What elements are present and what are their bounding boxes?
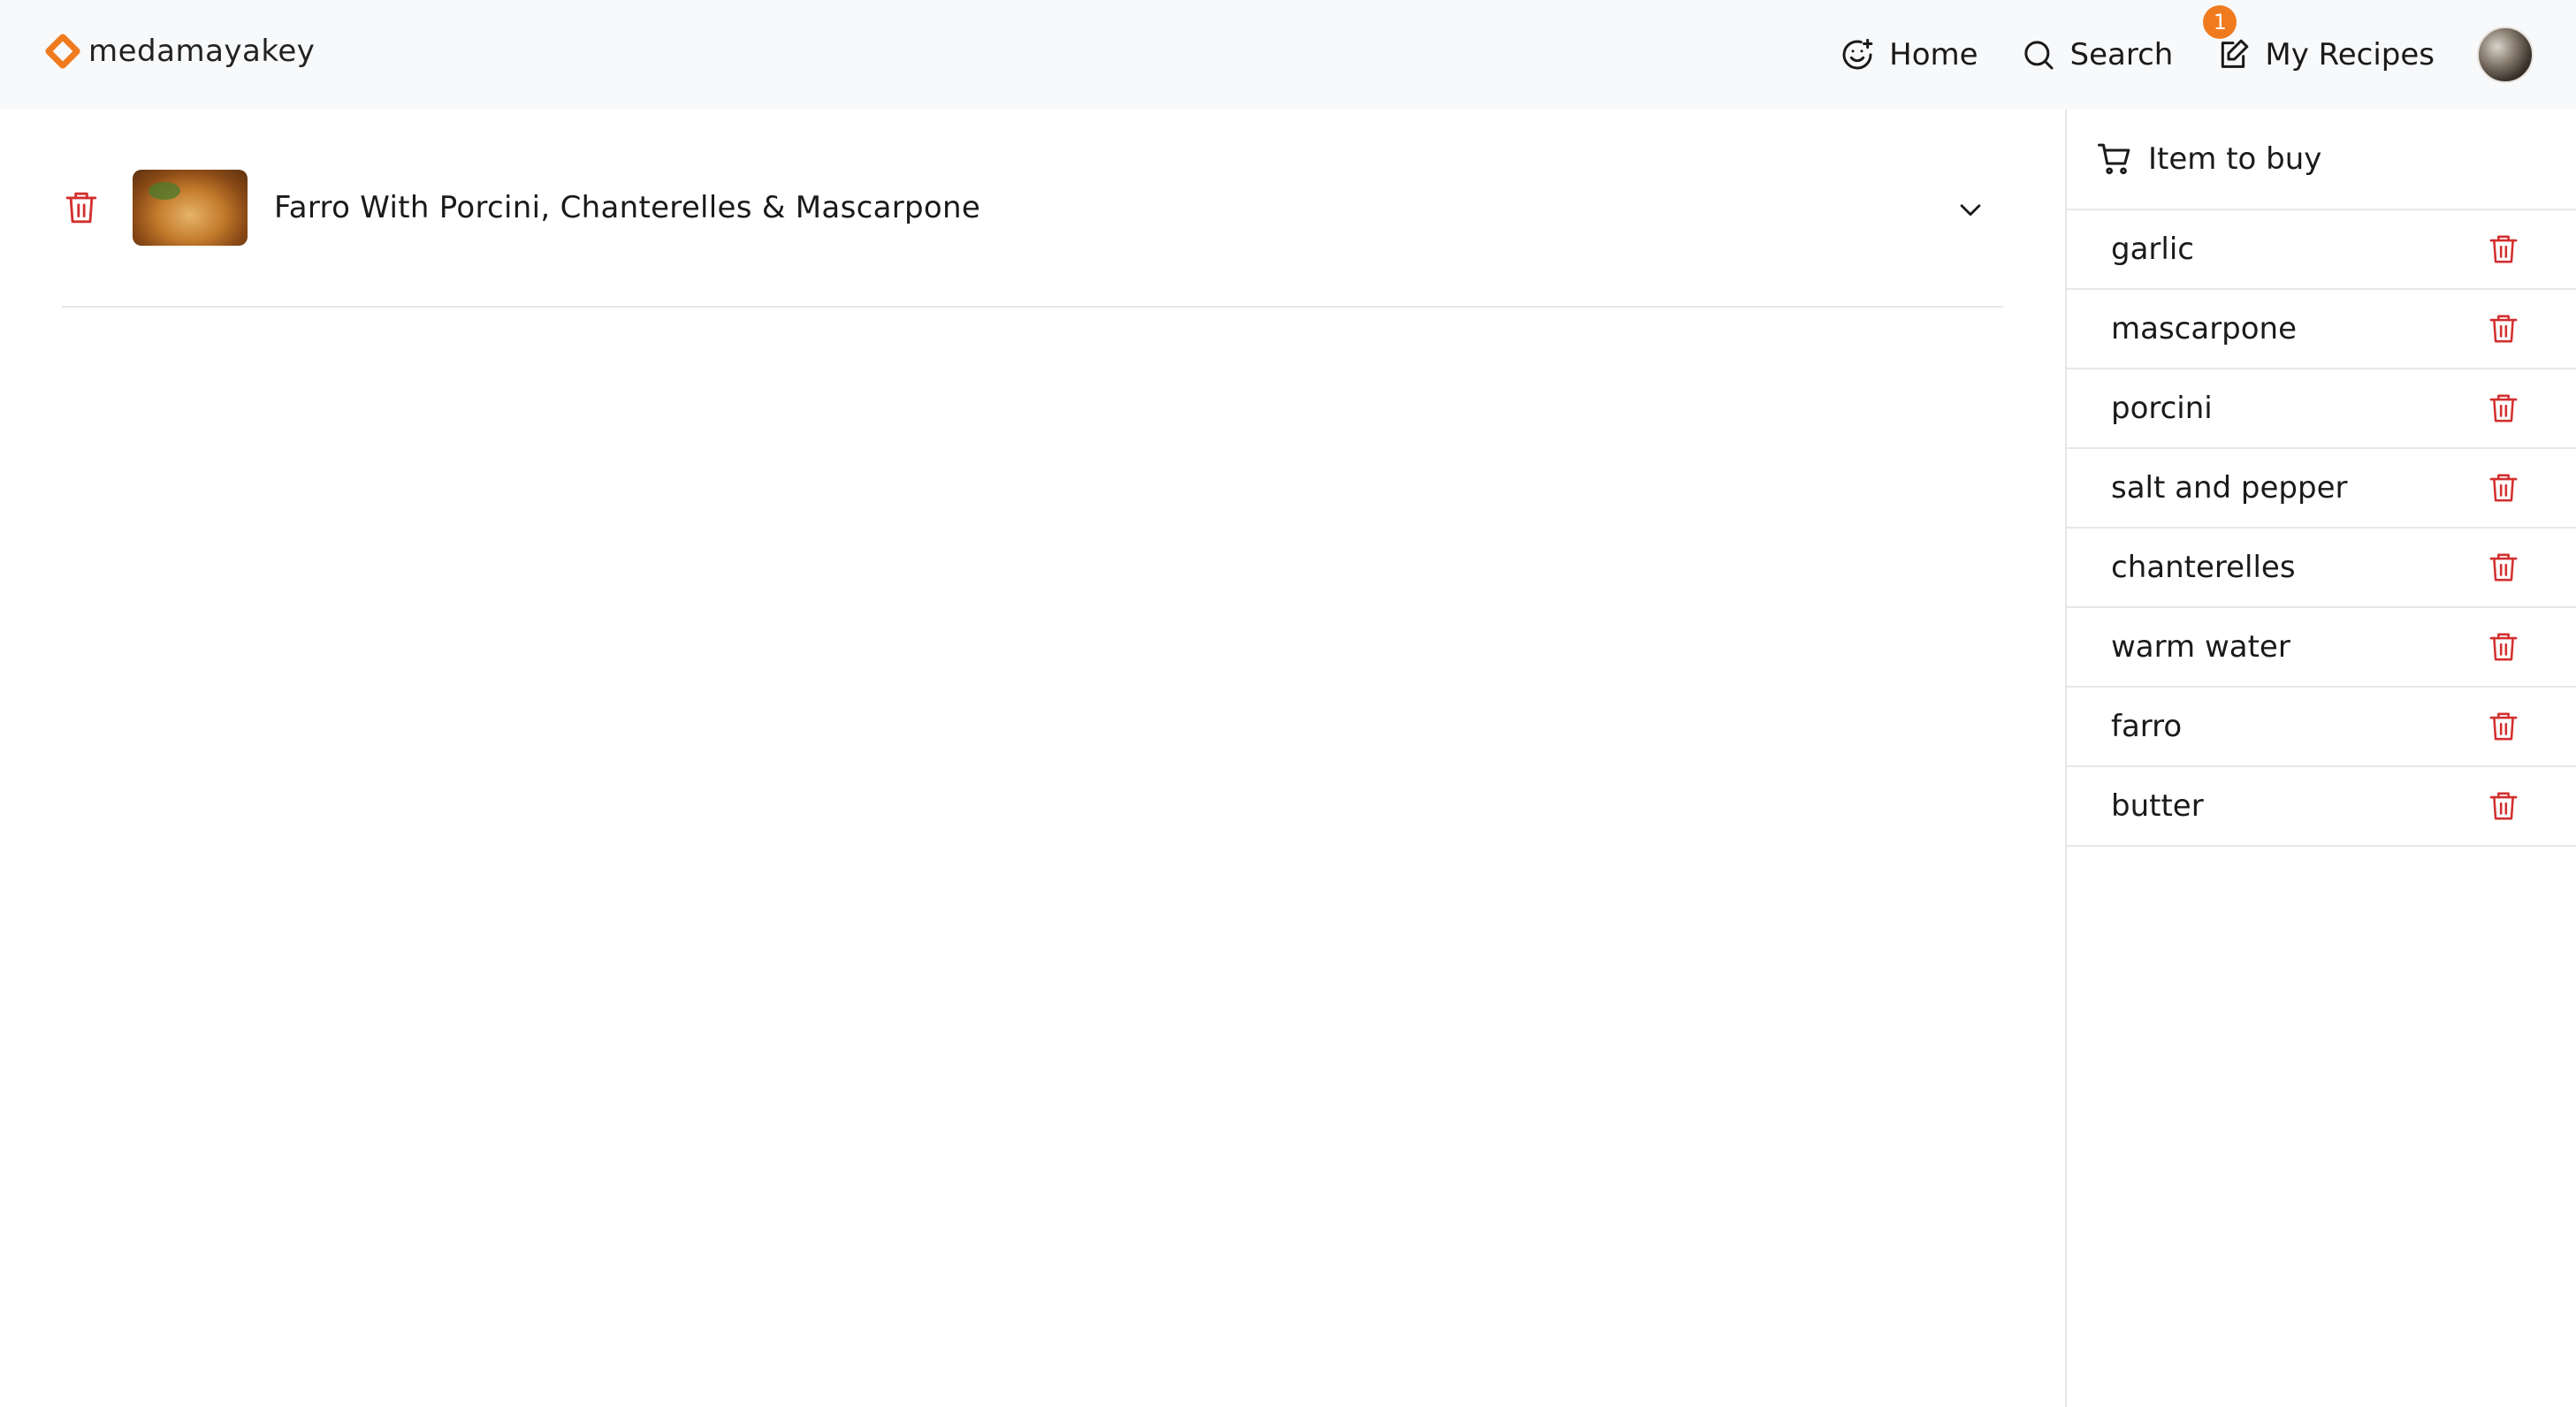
shopping-item-name: butter — [2111, 788, 2204, 824]
shopping-item-name: warm water — [2111, 629, 2290, 665]
recipe-title[interactable]: Farro With Porcini, Chanterelles & Masca… — [274, 190, 980, 225]
nav-home-label: Home — [1889, 37, 1978, 72]
shopping-item-name: salt and pepper — [2111, 470, 2348, 506]
delete-item-button[interactable] — [2484, 389, 2523, 428]
user-avatar[interactable] — [2477, 27, 2534, 83]
shopping-item-name: mascarpone — [2111, 311, 2298, 346]
shopping-item: garlic — [2067, 210, 2576, 290]
shopping-item: salt and pepper — [2067, 449, 2576, 529]
delete-item-button[interactable] — [2484, 787, 2523, 825]
shopping-item: porcini — [2067, 369, 2576, 449]
shopping-list-header: Item to buy — [2067, 110, 2576, 210]
recipe-thumbnail[interactable] — [133, 170, 248, 246]
trash-icon — [2489, 553, 2518, 582]
edit-note-icon — [2222, 39, 2249, 68]
brand-name: medamayakey — [88, 34, 316, 69]
trash-icon — [2489, 235, 2518, 263]
shopping-item-name: garlic — [2111, 232, 2194, 267]
chevron-down-icon[interactable] — [1955, 194, 1985, 224]
shopping-item: chanterelles — [2067, 529, 2576, 608]
trash-icon — [2489, 712, 2518, 741]
top-navbar: medamayakey Home Search 1 My Recipes — [0, 0, 2576, 110]
shopping-item-name: farro — [2111, 709, 2183, 744]
delete-item-button[interactable] — [2484, 309, 2523, 348]
search-icon — [2023, 41, 2054, 70]
delete-item-button[interactable] — [2484, 468, 2523, 507]
logo-diamond-icon — [43, 32, 82, 71]
shopping-item-name: porcini — [2111, 391, 2213, 426]
recipe-row[interactable]: Farro With Porcini, Chanterelles & Masca… — [62, 110, 2003, 308]
trash-icon — [2489, 394, 2518, 422]
trash-icon — [65, 192, 97, 224]
delete-item-button[interactable] — [2484, 230, 2523, 269]
shopping-list-title: Item to buy — [2148, 141, 2322, 177]
shopping-item: warm water — [2067, 608, 2576, 688]
trash-icon — [2489, 792, 2518, 820]
nav-search-label: Search — [2069, 37, 2174, 72]
trash-icon — [2489, 633, 2518, 661]
brand-logo[interactable]: medamayakey — [43, 32, 316, 71]
delete-item-button[interactable] — [2484, 627, 2523, 666]
my-recipes-count-badge: 1 — [2203, 5, 2237, 39]
shopping-item: mascarpone — [2067, 290, 2576, 369]
shopping-item: butter — [2067, 767, 2576, 847]
delete-recipe-button[interactable] — [62, 188, 101, 227]
nav-my-recipes[interactable]: 1 My Recipes — [2203, 5, 2435, 72]
shopping-item-name: chanterelles — [2111, 550, 2296, 585]
cart-icon — [2098, 143, 2130, 175]
main-nav: Home Search 1 My Recipes — [1797, 0, 2534, 110]
nav-my-recipes-label: My Recipes — [2265, 37, 2435, 72]
nav-search[interactable]: Search — [2021, 37, 2174, 72]
delete-item-button[interactable] — [2484, 707, 2523, 746]
recipe-list: Farro With Porcini, Chanterelles & Masca… — [62, 110, 2003, 308]
smile-plus-icon — [1842, 38, 1873, 70]
trash-icon — [2489, 474, 2518, 502]
nav-home[interactable]: Home — [1840, 37, 1978, 72]
shopping-item: farro — [2067, 688, 2576, 767]
trash-icon — [2489, 315, 2518, 343]
shopping-list-panel: Item to buy garlic mascarpone porcini sa… — [2065, 110, 2576, 1407]
delete-item-button[interactable] — [2484, 548, 2523, 587]
